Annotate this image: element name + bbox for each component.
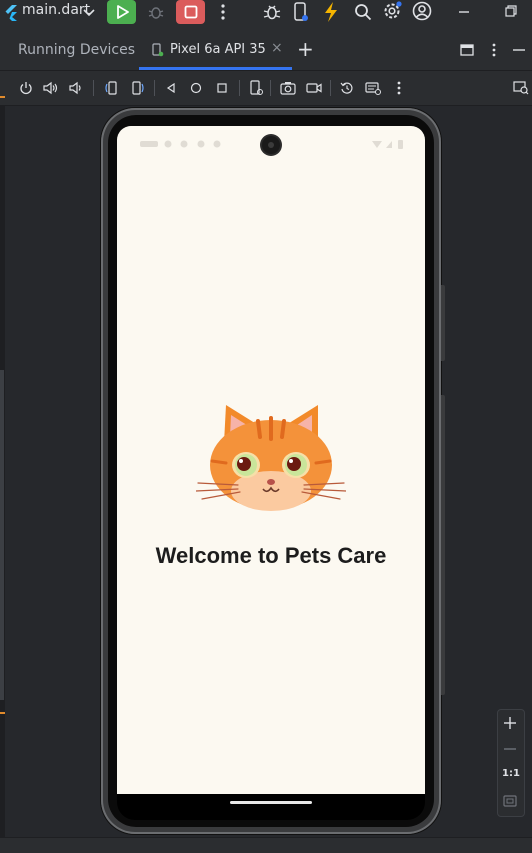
zoom-out-icon[interactable] xyxy=(501,740,519,758)
vertical-scrollbar[interactable] xyxy=(0,370,4,700)
navigation-bar xyxy=(117,794,425,820)
more-options-icon[interactable] xyxy=(215,2,231,22)
device-tab-icon xyxy=(151,42,165,58)
home-gesture-pill[interactable] xyxy=(230,801,312,804)
snapshot-restore-icon[interactable] xyxy=(339,80,355,96)
flutter-icon xyxy=(3,4,19,22)
hot-reload-icon[interactable] xyxy=(321,0,341,24)
restore-window-icon[interactable] xyxy=(502,2,520,20)
minimize-window-icon[interactable] xyxy=(455,2,473,20)
play-icon xyxy=(116,5,129,19)
stop-icon xyxy=(184,5,197,19)
keyboard-input-icon[interactable] xyxy=(364,80,382,96)
hide-tool-window-icon[interactable] xyxy=(511,42,527,58)
actual-size-button[interactable]: 1:1 xyxy=(502,768,520,779)
screen-record-icon[interactable] xyxy=(305,80,323,96)
device-debug-icon[interactable] xyxy=(261,1,283,23)
zoom-in-icon[interactable] xyxy=(501,714,519,732)
device-frame-icon[interactable] xyxy=(248,80,264,96)
search-icon[interactable] xyxy=(352,1,374,23)
toolbar-separator xyxy=(239,80,240,96)
home-icon[interactable] xyxy=(188,80,204,96)
toolbar-separator xyxy=(330,80,331,96)
tab-close-button[interactable]: × xyxy=(271,40,283,56)
tool-window-title: Running Devices xyxy=(18,42,135,58)
debug-icon[interactable] xyxy=(145,2,167,22)
active-tab-indicator xyxy=(139,67,292,70)
phone-power-button xyxy=(441,285,445,361)
layout-inspector-icon[interactable] xyxy=(512,80,530,96)
run-button[interactable] xyxy=(107,0,136,24)
zoom-to-fit-icon[interactable] xyxy=(501,792,519,810)
power-icon[interactable] xyxy=(18,80,34,96)
welcome-title: Welcome to Pets Care xyxy=(155,543,387,568)
run-config-selector[interactable]: main.dart xyxy=(22,2,90,18)
camera-screenshot-icon[interactable] xyxy=(279,80,297,96)
tool-window-options-icon[interactable] xyxy=(486,42,502,58)
stop-button[interactable] xyxy=(176,0,205,24)
account-avatar-icon[interactable] xyxy=(411,0,433,22)
status-strip xyxy=(0,837,532,853)
settings-gear-icon[interactable] xyxy=(381,0,403,22)
gutter-marker xyxy=(0,712,5,714)
toolbar-separator xyxy=(93,80,94,96)
toolbar-separator xyxy=(270,80,271,96)
toolbar-separator xyxy=(154,80,155,96)
cat-face-illustration xyxy=(196,403,346,513)
chevron-down-icon[interactable] xyxy=(82,6,96,20)
rotate-right-icon[interactable] xyxy=(130,80,146,96)
volume-up-icon[interactable] xyxy=(43,80,59,96)
window-layout-icon[interactable] xyxy=(459,42,475,58)
device-manager-icon[interactable] xyxy=(292,0,310,24)
camera-lens xyxy=(268,142,274,148)
overview-icon[interactable] xyxy=(214,80,230,96)
tab-label: Pixel 6a API 35 xyxy=(170,42,266,57)
device-more-options-icon[interactable] xyxy=(392,80,406,96)
volume-down-icon[interactable] xyxy=(68,80,84,96)
phone-volume-button xyxy=(441,395,445,695)
add-tab-button[interactable]: + xyxy=(297,37,314,61)
gutter-marker xyxy=(0,96,5,98)
rotate-left-icon[interactable] xyxy=(103,80,119,96)
back-icon[interactable] xyxy=(163,80,179,96)
